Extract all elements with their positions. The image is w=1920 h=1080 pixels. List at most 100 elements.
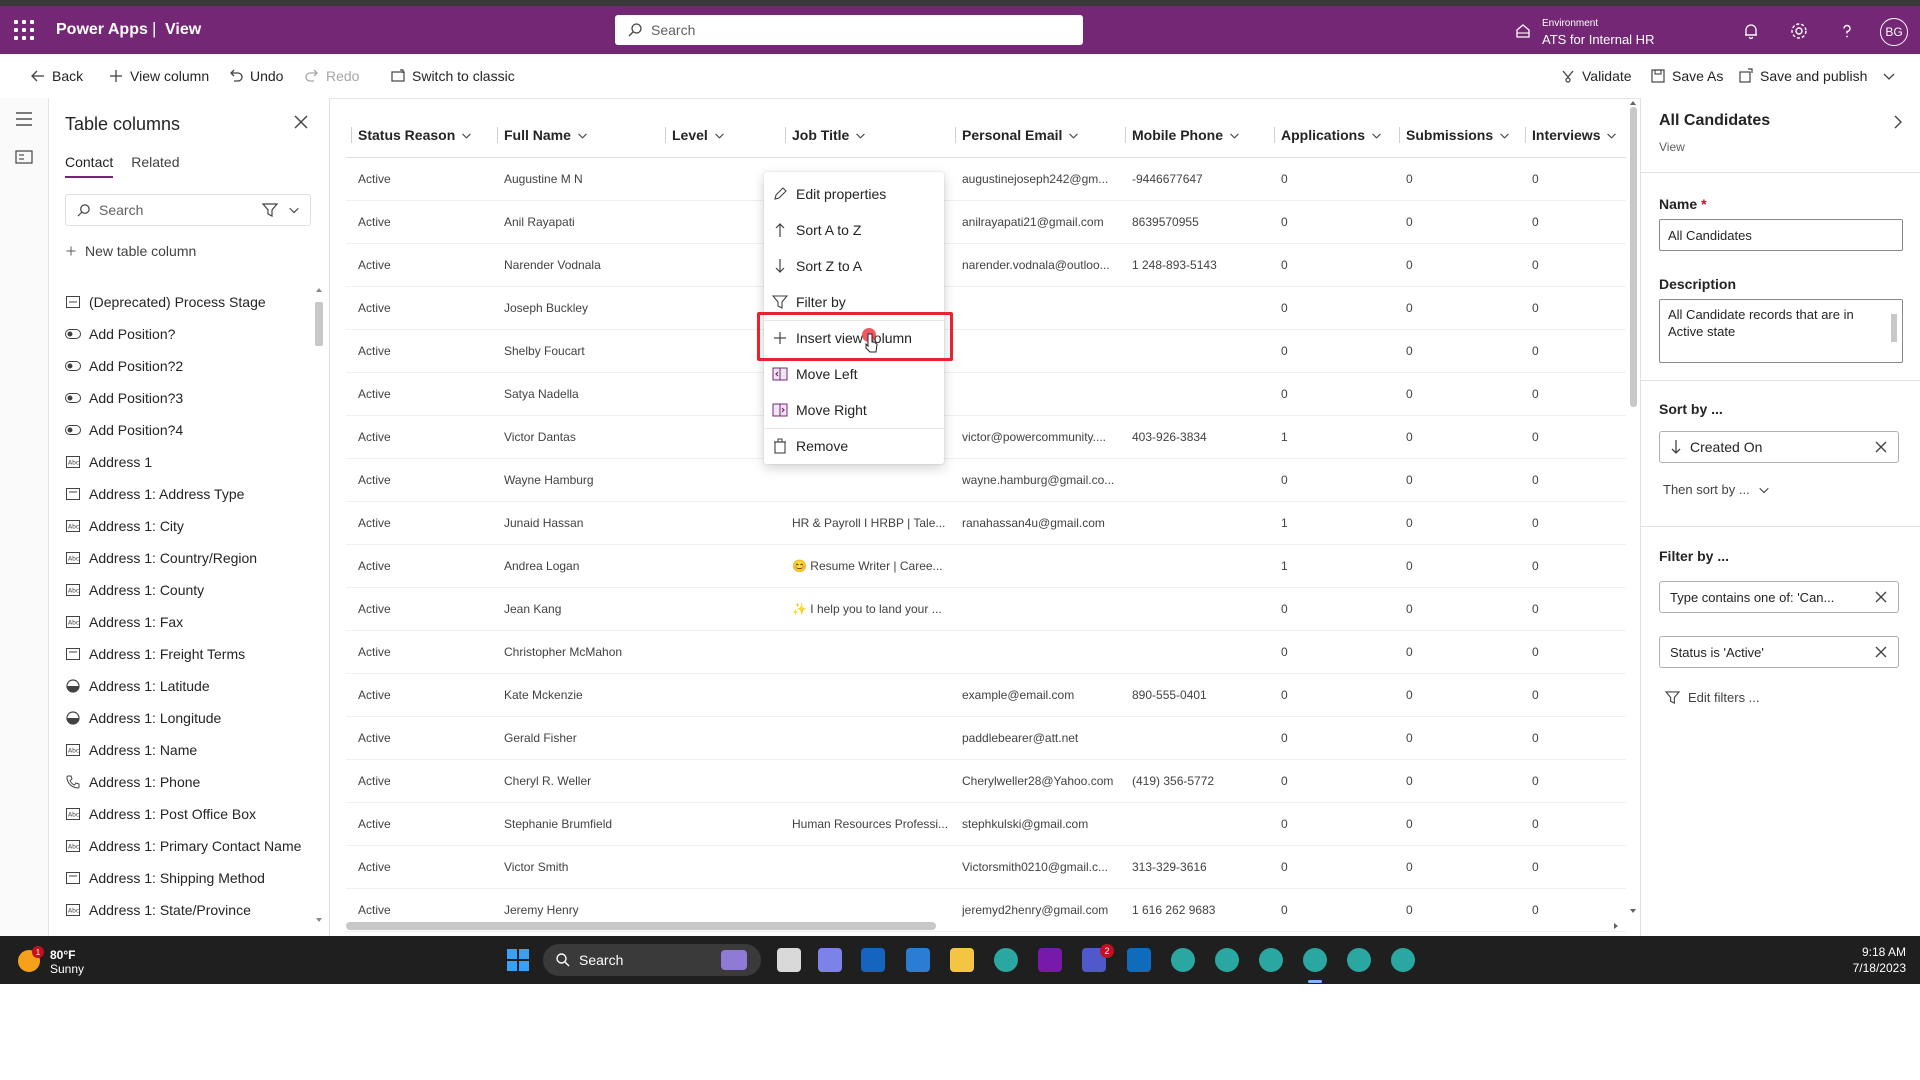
chevron-down-icon[interactable]: [288, 204, 300, 216]
back-button[interactable]: Back: [30, 54, 83, 98]
table-columns-icon[interactable]: [15, 150, 33, 164]
edge-profile-icon[interactable]: [1391, 948, 1415, 972]
table-row[interactable]: Active Victor Smith Victorsmith0210@gmail.…: [346, 845, 1626, 889]
column-list-item[interactable]: Abc Address 1: Country/Region: [49, 542, 311, 574]
column-list-item[interactable]: Abc Address 1: County: [49, 574, 311, 606]
table-row[interactable]: Active Junaid Hassan HR & Payroll I HRBP |…: [346, 501, 1626, 545]
grid-horizontal-scroll-thumb[interactable]: [346, 922, 936, 930]
tab-contact[interactable]: Contact: [65, 154, 114, 178]
edge-profile-icon[interactable]: [1259, 948, 1283, 972]
move-right-menu-item[interactable]: Move Right: [764, 392, 944, 428]
scroll-down-icon[interactable]: [315, 916, 323, 924]
column-list-item[interactable]: Add Position?2: [49, 350, 311, 382]
column-list-item[interactable]: Abc Address 1: Name: [49, 734, 311, 766]
grid-horizontal-scrollbar[interactable]: [346, 918, 1620, 934]
task-view-icon[interactable]: [777, 948, 801, 972]
table-row[interactable]: Active Jean Kang ✨ I help you to land your…: [346, 587, 1626, 631]
table-row[interactable]: Active Gerald Fisher paddlebearer@att.net 0…: [346, 716, 1626, 760]
description-textarea[interactable]: All Candidate records that are in Active…: [1659, 299, 1903, 363]
notifications-icon[interactable]: [1740, 20, 1762, 42]
table-row[interactable]: Active Victor Dantas victor@powercommunity…: [346, 415, 1626, 459]
edit-filters-button[interactable]: Edit filters ...: [1665, 690, 1760, 705]
column-list-item[interactable]: Add Position?: [49, 318, 311, 350]
grid-vertical-scrollbar[interactable]: [1627, 101, 1639, 915]
hamburger-menu-icon[interactable]: [15, 111, 33, 127]
user-avatar[interactable]: BG: [1880, 18, 1908, 46]
column-list-item[interactable]: Address 1: Freight Terms: [49, 638, 311, 670]
table-row[interactable]: Active Christopher McMahon 0 0 0: [346, 630, 1626, 674]
table-row[interactable]: Active Augustine M N augustinejoseph242@gm…: [346, 157, 1626, 201]
widget-app-icon[interactable]: [861, 948, 885, 972]
filter-status-pill[interactable]: Status is 'Active': [1659, 636, 1899, 668]
column-list-item[interactable]: Add Position?3: [49, 382, 311, 414]
scroll-up-icon[interactable]: [315, 286, 323, 294]
tab-related[interactable]: Related: [131, 154, 179, 178]
switch-to-classic-button[interactable]: Switch to classic: [390, 54, 515, 98]
environment-selector[interactable]: Environment ATS for Internal HR: [1512, 12, 1752, 48]
table-row[interactable]: Active Andrea Logan 😊 Resume Writer | Care…: [346, 544, 1626, 588]
table-row[interactable]: Active Joseph Buckley 0 0 0: [346, 286, 1626, 330]
system-clock[interactable]: 9:18 AM 7/18/2023: [1796, 944, 1906, 976]
app-name[interactable]: Power Apps: [56, 21, 148, 39]
filter-type-pill[interactable]: Type contains one of: 'Can...: [1659, 581, 1899, 613]
global-search-input[interactable]: Search: [615, 15, 1083, 45]
edge-profile-icon[interactable]: [1303, 948, 1327, 972]
filter-icon[interactable]: [262, 202, 278, 218]
column-header-status-reason[interactable]: Status Reason: [350, 113, 472, 157]
windows-start-icon[interactable]: [507, 949, 529, 971]
scroll-down-icon[interactable]: [1629, 907, 1637, 915]
table-row[interactable]: Active Satya Nadella 0 0 0: [346, 372, 1626, 416]
settings-gear-icon[interactable]: [1788, 20, 1810, 42]
grid-vertical-scroll-thumb[interactable]: [1630, 107, 1637, 407]
view-column-button[interactable]: View column: [108, 54, 209, 98]
remove-filter-icon[interactable]: [1874, 590, 1888, 604]
edge-profile-icon[interactable]: [1215, 948, 1239, 972]
onenote-icon[interactable]: [1038, 948, 1062, 972]
remove-filter-icon[interactable]: [1874, 645, 1888, 659]
sort-z-to-a-menu-item[interactable]: Sort Z to A: [764, 248, 944, 284]
column-list-item[interactable]: Address 1: Latitude: [49, 670, 311, 702]
column-header-submissions[interactable]: Submissions: [1398, 113, 1510, 157]
notepad-icon[interactable]: [906, 948, 930, 972]
column-header-level[interactable]: Level: [665, 113, 725, 157]
table-row[interactable]: Active Stephanie Brumfield Human Resources…: [346, 802, 1626, 846]
remove-menu-item[interactable]: Remove: [764, 428, 944, 464]
view-name-input[interactable]: All Candidates: [1659, 219, 1903, 251]
sort-a-to-z-menu-item[interactable]: Sort A to Z: [764, 212, 944, 248]
table-row[interactable]: Active Cheryl R. Weller Cherylweller28@Yah…: [346, 759, 1626, 803]
undo-button[interactable]: Undo: [228, 54, 283, 98]
column-list-item[interactable]: Address 1: Longitude: [49, 702, 311, 734]
edge-profile-icon[interactable]: [1347, 948, 1371, 972]
save-as-button[interactable]: Save As: [1650, 54, 1723, 98]
save-options-dropdown[interactable]: [1882, 54, 1896, 98]
weather-widget[interactable]: 1 80°F Sunny: [18, 944, 138, 976]
edge-profile-icon[interactable]: [1171, 948, 1195, 972]
column-list-item[interactable]: Address 1: Shipping Method: [49, 862, 311, 894]
table-row[interactable]: Active Kate Mckenzie example@email.com 890-…: [346, 673, 1626, 717]
description-scrollbar[interactable]: [1890, 304, 1898, 358]
close-icon[interactable]: [293, 114, 309, 130]
column-list-item[interactable]: Address 1: Address Type: [49, 478, 311, 510]
columns-search-input[interactable]: Search: [65, 194, 311, 226]
column-header-personal-email[interactable]: Personal Email: [954, 113, 1079, 157]
column-header-applications[interactable]: Applications: [1273, 113, 1382, 157]
help-icon[interactable]: [1836, 20, 1858, 42]
taskbar-search[interactable]: Search: [543, 944, 761, 976]
columns-list-scroll-thumb[interactable]: [315, 302, 323, 346]
column-header-job-title[interactable]: Job Title: [784, 113, 866, 157]
column-list-item[interactable]: Abc Address 1: Primary Contact Name: [49, 830, 311, 862]
save-and-publish-button[interactable]: Save and publish: [1738, 54, 1867, 98]
column-list-item[interactable]: Abc Address 1: City: [49, 510, 311, 542]
chevron-right-icon[interactable]: [1891, 114, 1905, 130]
column-header-mobile-phone[interactable]: Mobile Phone: [1125, 113, 1240, 157]
column-list-item[interactable]: (Deprecated) Process Stage: [49, 286, 311, 318]
column-list-item[interactable]: Abc Address 1: Post Office Box: [49, 798, 311, 830]
scroll-up-icon[interactable]: [1629, 99, 1637, 107]
column-list-item[interactable]: Address 1: Phone: [49, 766, 311, 798]
chat-icon[interactable]: [818, 948, 842, 972]
edge-browser-icon[interactable]: [994, 948, 1018, 972]
table-row[interactable]: Active Wayne Hamburg wayne.hamburg@gmail.c…: [346, 458, 1626, 502]
remove-sort-icon[interactable]: [1874, 440, 1888, 454]
then-sort-by-button[interactable]: Then sort by ...: [1663, 482, 1770, 497]
columns-list-scrollbar[interactable]: [315, 286, 323, 926]
